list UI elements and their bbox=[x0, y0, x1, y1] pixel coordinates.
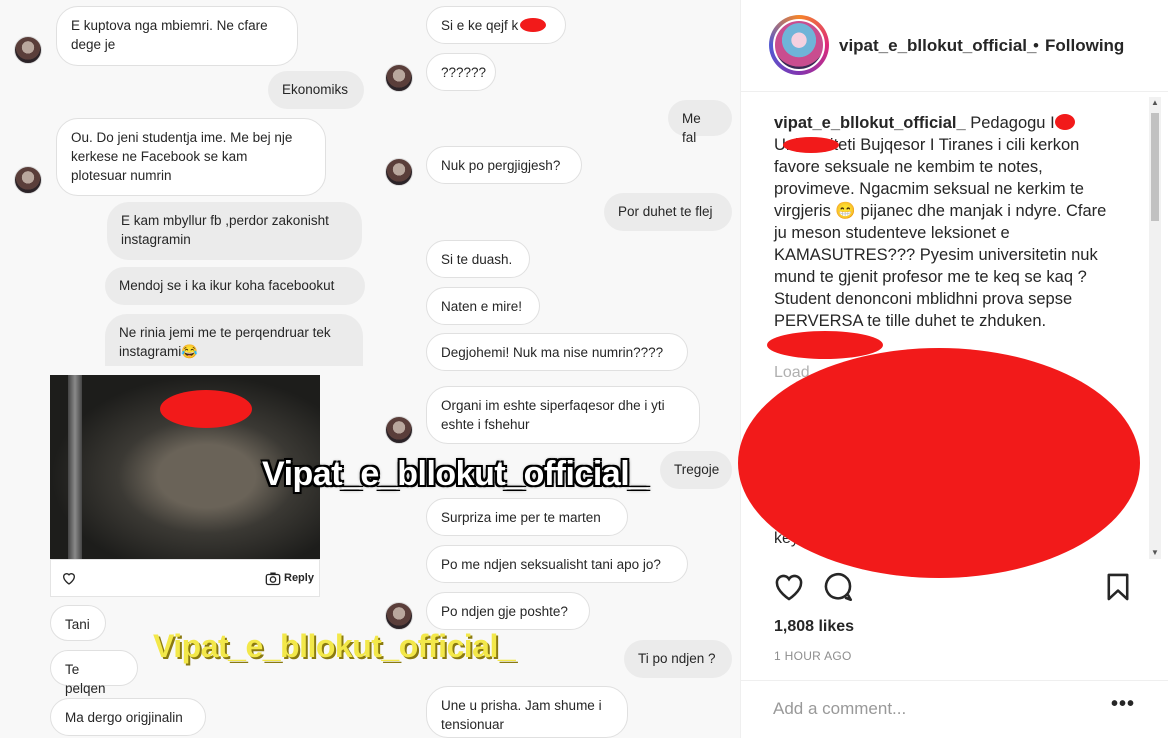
likes-count[interactable]: 1,808 likes bbox=[774, 618, 854, 636]
chat-message: Organi im eshte siperfaqesor dhe i yti e… bbox=[426, 386, 700, 444]
chat-message: Tani bbox=[50, 605, 106, 641]
chat-message: ?????? bbox=[426, 53, 496, 91]
post-image: E kuptova nga mbiemri. Ne cfare dege je … bbox=[0, 0, 740, 738]
sender-avatar bbox=[385, 602, 413, 630]
chat-message: Une u prisha. Jam shume i tensionuar bbox=[426, 686, 628, 738]
post-timestamp[interactable]: 1 HOUR AGO bbox=[774, 649, 852, 663]
profile-username[interactable]: vipat_e_bllokut_official_ bbox=[839, 36, 1036, 56]
more-options-icon[interactable]: ••• bbox=[1111, 693, 1135, 716]
post-actions bbox=[741, 570, 1168, 610]
caption-username[interactable]: vipat_e_bllokut_official_ bbox=[774, 114, 966, 132]
sender-avatar bbox=[385, 64, 413, 92]
sender-avatar bbox=[385, 158, 413, 186]
chat-message: Ou. Do jeni studentja ime. Me bej nje ke… bbox=[56, 118, 326, 196]
chat-message: Ne rinia jemi me te perqendruar tek inst… bbox=[105, 314, 363, 366]
chat-message: Tregoje bbox=[660, 451, 732, 489]
scroll-up-arrow-icon[interactable]: ▲ bbox=[1149, 97, 1161, 109]
chat-message: Ti po ndjen ? bbox=[624, 640, 732, 678]
chat-message: Ekonomiks bbox=[268, 71, 364, 109]
photo-background bbox=[68, 375, 82, 559]
header-separator: • bbox=[1033, 36, 1039, 55]
chat-message: Degjohemi! Nuk ma nise numrin???? bbox=[426, 333, 688, 371]
heart-icon[interactable] bbox=[61, 570, 77, 586]
watermark-yellow: Vipat_e_bllokut_official_ bbox=[153, 628, 516, 664]
sender-avatar bbox=[14, 36, 42, 64]
scroll-down-arrow-icon[interactable]: ▼ bbox=[1149, 547, 1161, 559]
redaction-mark bbox=[1055, 114, 1075, 130]
watermark-white: Vipat_e_bllokut_official_ bbox=[262, 455, 648, 493]
chat-message: Me fal bbox=[668, 100, 732, 145]
chat-message: E kam mbyllur fb ,perdor zakonisht insta… bbox=[107, 202, 362, 260]
chat-message: E kuptova nga mbiemri. Ne cfare dege je bbox=[56, 6, 298, 66]
chat-message: Po me ndjen seksualisht tani apo jo? bbox=[426, 545, 688, 583]
comment-input[interactable] bbox=[773, 697, 1073, 721]
chat-message: Te pelqen bbox=[50, 650, 138, 696]
chat-message: Po ndjen gje poshte? bbox=[426, 592, 590, 630]
post-header: vipat_e_bllokut_official_ • Following bbox=[741, 0, 1168, 92]
chat-message: Ma dergo origjinalin bbox=[50, 698, 206, 736]
profile-avatar[interactable] bbox=[769, 15, 829, 75]
redaction-mark bbox=[160, 390, 252, 428]
comment-bar: ••• bbox=[741, 680, 1168, 738]
follow-status[interactable]: Following bbox=[1045, 36, 1124, 56]
chat-message: Por duhet te flej bbox=[604, 193, 732, 231]
chat-message: Naten e mire! bbox=[426, 287, 540, 325]
sender-avatar bbox=[385, 416, 413, 444]
redaction-mark bbox=[738, 348, 1140, 578]
bookmark-icon[interactable] bbox=[1101, 570, 1135, 604]
chat-message: Si te duash. bbox=[426, 240, 530, 278]
reply-label[interactable]: Reply bbox=[284, 572, 314, 584]
camera-icon[interactable] bbox=[265, 571, 281, 586]
redaction-mark bbox=[783, 137, 839, 153]
comments-scrollbar[interactable]: ▲ ▼ bbox=[1149, 97, 1161, 559]
comment-icon[interactable] bbox=[821, 570, 855, 604]
sender-avatar bbox=[14, 166, 42, 194]
heart-icon[interactable] bbox=[772, 570, 806, 604]
redaction-mark bbox=[520, 18, 546, 32]
post-panel: vipat_e_bllokut_official_ • Following vi… bbox=[738, 0, 1168, 738]
photo-actions: Reply bbox=[50, 559, 320, 597]
chat-message: Nuk po pergjigjesh? bbox=[426, 146, 582, 184]
profile-picture bbox=[773, 19, 825, 71]
scrollbar-thumb[interactable] bbox=[1151, 113, 1159, 221]
chat-message: Mendoj se i ka ikur koha facebookut bbox=[105, 267, 365, 305]
chat-message: Surpriza ime per te marten bbox=[426, 498, 628, 536]
